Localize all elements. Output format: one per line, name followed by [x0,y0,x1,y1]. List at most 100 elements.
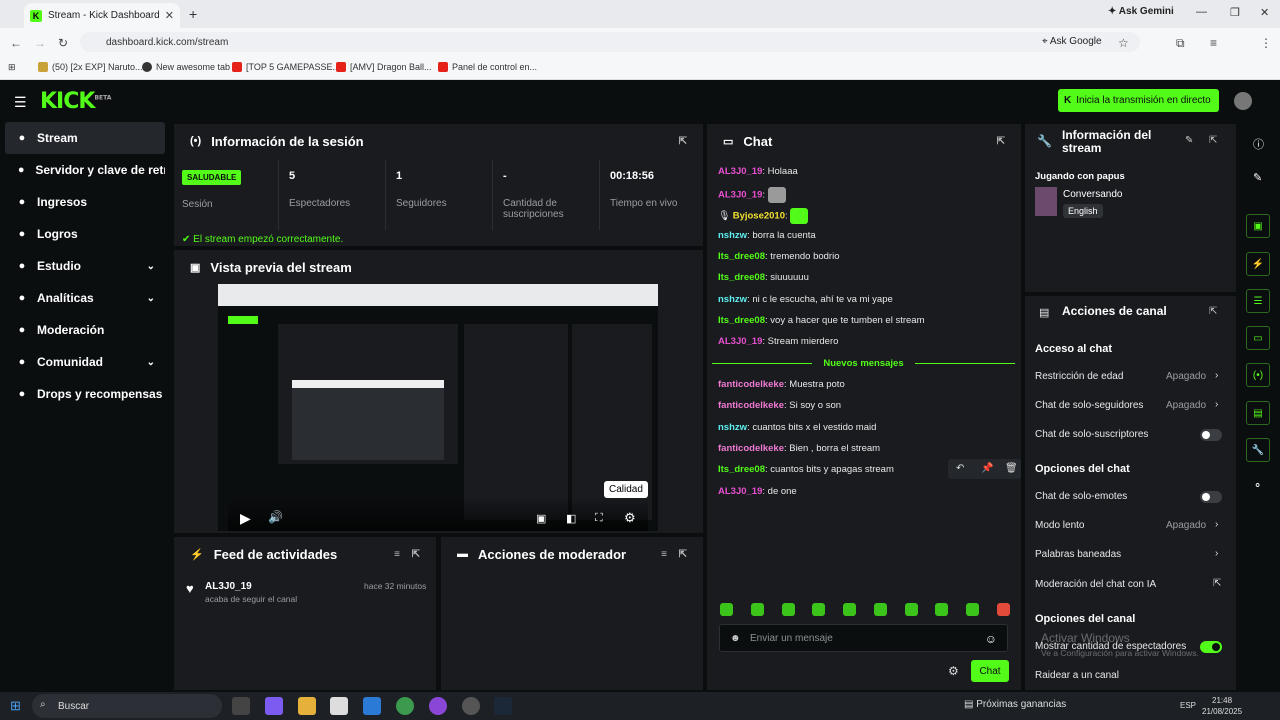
minimize-icon[interactable]: — [1196,6,1207,18]
chat-message[interactable]: nshzw: borra la cuenta [718,230,816,241]
edit-icon[interactable]: ✎ [1253,171,1262,184]
volume-icon[interactable]: 🔊 [268,510,283,524]
chat-message[interactable]: 🎙 Byjose2010: [718,208,809,224]
star-icon[interactable]: ☆ [1118,36,1129,50]
filter-icon[interactable]: ≡ [394,549,400,560]
kick-logo[interactable]: KICKBETA [40,89,111,114]
close-tab-icon[interactable]: ✕ [165,9,174,22]
play-icon[interactable]: ▶ [240,510,251,527]
popout-icon[interactable]: ⇱ [1209,306,1217,317]
emotes-only-toggle[interactable] [1200,491,1222,503]
sidebar-item[interactable]: ● Comunidad ⌄ [5,346,165,378]
wrench-icon[interactable]: 🔧 [1246,438,1270,462]
go-live-button[interactable]: K Inicia la transmisión en directo [1058,89,1219,112]
channel-icon[interactable]: ▤ [1246,401,1270,425]
taskbar-search[interactable]: ⌕ Buscar [32,694,222,718]
chat-username[interactable]: nshzw [718,230,747,241]
theater-icon[interactable]: ▣ [536,512,546,525]
chat-message[interactable]: nshzw: cuantos bits x el vestido maid [718,422,876,433]
windows-start-icon[interactable]: ⊞ [10,698,21,714]
chat-settings-icon[interactable]: ⚙ [948,664,959,678]
close-window-icon[interactable]: ✕ [1260,6,1269,19]
extensions-icon[interactable]: ⧉ [1176,36,1185,51]
chat-username[interactable]: fanticodelkeke [718,443,784,454]
back-icon[interactable]: ← [10,36,22,50]
info-icon[interactable]: ⓘ [1253,136,1264,152]
media-icon[interactable]: ≡ [1210,36,1217,50]
bookmark-item[interactable]: [TOP 5 GAMEPASSE... [232,62,340,72]
chevron-down-icon[interactable]: ⌄ [147,293,155,304]
popout-icon[interactable]: ⇱ [997,136,1005,147]
emote-icon[interactable] [935,603,949,616]
chevron-down-icon[interactable]: ⌄ [147,261,155,272]
broadcast-icon[interactable]: (•) [1246,363,1270,387]
hamburger-icon[interactable]: ☰ [14,94,27,111]
sidebar-item[interactable]: ● Ingresos [5,186,165,218]
chat-message[interactable]: fanticodelkeke: Bien , borra el stream [718,443,880,454]
show-viewers-toggle[interactable] [1200,641,1222,653]
sidebar-item[interactable]: ● Servidor y clave de retran [5,154,165,186]
news-widget[interactable]: ▤ Próximas ganancias [964,699,1066,710]
emote-icon[interactable] [873,603,887,616]
chat-icon[interactable]: ▭ [1246,326,1270,350]
pin-icon[interactable]: 📌 [981,463,993,474]
emote-icon[interactable] [966,603,980,616]
bookmark-item[interactable]: [AMV] Dragon Ball... [336,62,432,72]
chat-username[interactable]: nshzw [718,422,747,433]
settings-icon[interactable]: ⚙ [624,510,636,526]
external-link-icon[interactable]: ⇱ [1213,578,1221,589]
list-icon[interactable]: ☰ [1246,289,1270,313]
chat-message[interactable]: Its_dree08: cuantos bits y apagas stream [718,464,894,475]
outlook-icon[interactable] [363,697,381,715]
stream-preview-video[interactable]: ▶ 🔊 ▣ ◧ ⛶ ⚙ Calidad [218,284,658,531]
chevron-down-icon[interactable]: ⌄ [147,357,155,368]
menu-icon[interactable]: ⋮ [1260,36,1272,50]
obs-icon[interactable] [462,697,480,715]
forward-icon[interactable]: → [34,36,46,50]
bookmark-item[interactable]: (50) [2x EXP] Naruto... [38,62,143,72]
monitor-icon[interactable]: ▣ [1246,214,1270,238]
age-restriction-label[interactable]: Restricción de edad [1035,371,1123,382]
emoji-icon[interactable]: ☺ [985,632,997,646]
emote-icon[interactable] [781,603,795,616]
steam-icon[interactable] [494,697,512,715]
new-tab-icon[interactable]: + [189,6,197,22]
chat-message[interactable]: AL3J0_19: de one [718,486,797,497]
chat-username[interactable]: nshzw [718,294,747,305]
chat-username[interactable]: Byjose2010 [733,211,785,222]
chat-message[interactable]: fanticodelkeke: Muestra poto [718,379,845,390]
share-icon[interactable]: ⚬ [1253,479,1262,492]
edit-icon[interactable]: ✎ [1185,135,1193,146]
popout-icon[interactable]: ⇱ [1209,135,1217,146]
chat-message[interactable]: AL3J0_19: Holaaa [718,166,798,177]
chat-username[interactable]: fanticodelkeke [718,379,784,390]
popout-icon[interactable]: ⇱ [679,549,687,560]
browser-tab[interactable]: K Stream - Kick Dashboard ✕ [24,3,180,28]
followers-only-value[interactable]: Apagado [1166,400,1206,411]
raid-label[interactable]: Raidear a un canal [1035,670,1119,681]
chat-username[interactable]: fanticodelkeke [718,400,784,411]
chat-username[interactable]: AL3J0_19 [718,486,762,497]
followers-only-label[interactable]: Chat de solo-seguidores [1035,400,1143,411]
chat-message[interactable]: AL3J0_19: [718,187,786,203]
emote-icon[interactable] [843,603,857,616]
chevron-right-icon[interactable]: › [1215,519,1218,530]
age-restriction-value[interactable]: Apagado [1166,371,1206,382]
chat-send-button[interactable]: Chat [971,660,1009,682]
chat-message[interactable]: Its_dree08: tremendo bodrio [718,251,839,262]
apps-icon[interactable]: ⊞ [8,62,16,73]
chevron-right-icon[interactable]: › [1215,548,1218,559]
chat-message[interactable]: fanticodelkeke: Si soy o son [718,400,841,411]
chat-username[interactable]: AL3J0_19 [718,166,762,177]
reload-icon[interactable]: ↻ [58,36,68,50]
task-view-icon[interactable] [232,697,250,715]
sidebar-item[interactable]: ● Estudio ⌄ [5,250,165,282]
store-icon[interactable] [330,697,348,715]
chat-username[interactable]: Its_dree08 [718,315,765,326]
slow-mode-value[interactable]: Apagado [1166,520,1206,531]
emote-icon[interactable] [904,603,918,616]
emote-icon[interactable] [996,603,1010,616]
ai-moderation-label[interactable]: Moderación del chat con IA [1035,579,1156,590]
reply-icon[interactable]: ↶ [956,463,964,474]
chrome-icon[interactable] [396,697,414,715]
